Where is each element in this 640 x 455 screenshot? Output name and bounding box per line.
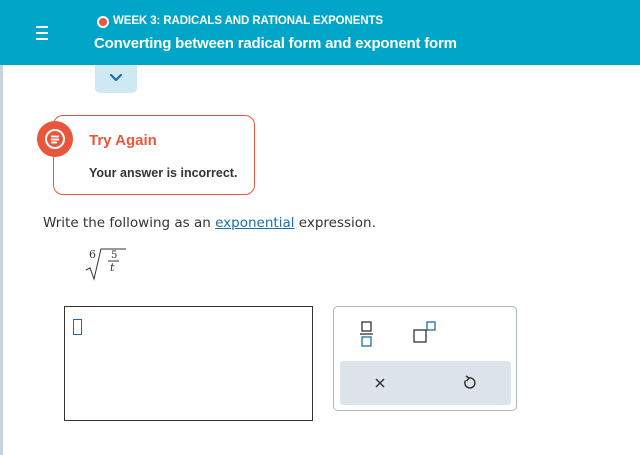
chevron-down-icon — [109, 73, 123, 82]
exponent-icon[interactable] — [411, 319, 439, 347]
radical-base: t — [110, 261, 115, 274]
left-accent-strip — [0, 65, 3, 455]
menu-icon[interactable] — [31, 22, 53, 44]
status-dot-icon — [97, 16, 109, 28]
topic-title: Converting between radical form and expo… — [94, 35, 457, 52]
feedback-message: Your answer is incorrect. — [89, 166, 238, 180]
feedback-box — [53, 115, 255, 195]
radical-expression: 6 5 t — [85, 248, 126, 281]
question-text: Write the following as an exponential ex… — [43, 215, 376, 231]
fraction-icon[interactable] — [358, 319, 376, 349]
radical-index: 6 — [89, 248, 96, 261]
question-prefix: Write the following as an — [43, 215, 216, 231]
answer-input[interactable] — [64, 306, 313, 421]
week-label: WEEK 3: RADICALS AND RATIONAL EXPONENTS — [113, 15, 383, 27]
feedback-title: Try Again — [89, 132, 157, 149]
question-suffix: expression. — [294, 215, 376, 231]
feedback-chat-icon — [37, 121, 73, 157]
math-palette — [333, 306, 517, 411]
collapse-header-button[interactable] — [95, 65, 137, 93]
exponential-link[interactable]: exponential — [215, 215, 294, 231]
input-cursor-box — [73, 319, 82, 335]
radical-exponent: 5 — [111, 250, 117, 261]
undo-icon[interactable] — [459, 373, 479, 393]
clear-icon[interactable] — [370, 373, 390, 393]
header-bar: WEEK 3: RADICALS AND RATIONAL EXPONENTS … — [0, 0, 640, 65]
palette-action-bar — [340, 361, 511, 405]
